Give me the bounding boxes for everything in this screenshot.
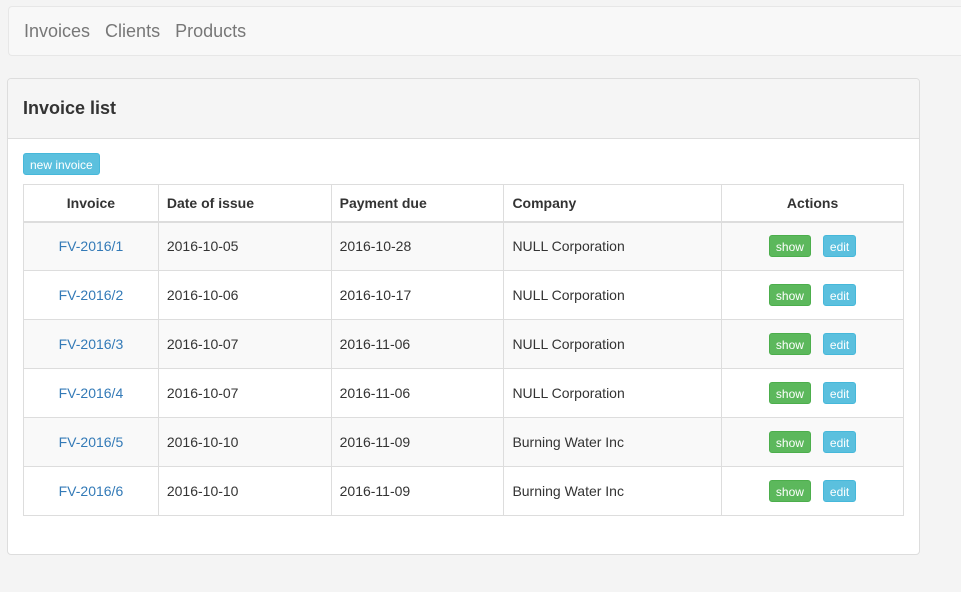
company-cell: Burning Water Inc <box>503 417 723 467</box>
payment-due-cell: 2016-11-09 <box>330 466 505 516</box>
show-button[interactable]: show <box>768 333 811 355</box>
show-button[interactable]: show <box>768 431 811 453</box>
date-of-issue-cell: 2016-10-06 <box>157 270 332 320</box>
table-row: FV-2016/4 2016-10-07 2016-11-06 NULL Cor… <box>23 368 904 418</box>
show-button[interactable]: show <box>768 235 811 258</box>
actions-cell: show edit <box>721 319 904 369</box>
actions-cell: show edit <box>721 368 904 418</box>
date-of-issue-cell: 2016-10-05 <box>157 221 332 271</box>
date-of-issue-cell: 2016-10-07 <box>157 319 332 369</box>
date-of-issue-cell: 2016-10-07 <box>157 368 332 418</box>
actions-cell: show edit <box>721 466 904 516</box>
column-header-date-of-issue: Date of issue <box>157 184 332 223</box>
payment-due-cell: 2016-10-17 <box>330 270 505 320</box>
table-row: FV-2016/2 2016-10-06 2016-10-17 NULL Cor… <box>23 270 904 320</box>
column-header-payment-due: Payment due <box>330 184 505 223</box>
table-header-row: Invoice Date of issue Payment due Compan… <box>23 184 904 223</box>
payment-due-cell: 2016-10-28 <box>330 221 505 271</box>
show-button[interactable]: show <box>768 284 811 306</box>
panel-heading: Invoice list <box>8 79 919 139</box>
edit-button[interactable]: edit <box>822 382 857 404</box>
page-title: Invoice list <box>23 98 117 118</box>
company-cell: NULL Corporation <box>503 270 723 320</box>
nav-link-products[interactable]: Products <box>175 21 246 42</box>
edit-button[interactable]: edit <box>822 431 857 453</box>
column-header-company: Company <box>503 184 723 223</box>
invoice-cell: FV-2016/6 <box>23 466 159 516</box>
payment-due-cell: 2016-11-06 <box>330 319 505 369</box>
company-cell: NULL Corporation <box>503 319 723 369</box>
invoice-table: Invoice Date of issue Payment due Compan… <box>23 184 904 516</box>
invoice-cell: FV-2016/4 <box>23 368 159 418</box>
invoice-cell: FV-2016/1 <box>23 221 159 271</box>
nav-link-clients[interactable]: Clients <box>105 21 160 42</box>
invoice-link[interactable]: FV-2016/3 <box>59 336 124 352</box>
show-button[interactable]: show <box>768 382 811 404</box>
table-row: FV-2016/5 2016-10-10 2016-11-09 Burning … <box>23 417 904 467</box>
invoice-cell: FV-2016/5 <box>23 417 159 467</box>
column-header-invoice: Invoice <box>23 184 159 223</box>
table-row: FV-2016/1 2016-10-05 2016-10-28 NULL Cor… <box>23 221 904 271</box>
table-row: FV-2016/6 2016-10-10 2016-11-09 Burning … <box>23 466 904 516</box>
new-invoice-button[interactable]: new invoice <box>23 153 100 175</box>
edit-button[interactable]: edit <box>822 480 857 502</box>
panel-body: new invoice Invoice Date of issue Paymen… <box>8 139 919 531</box>
edit-button[interactable]: edit <box>822 284 857 306</box>
payment-due-cell: 2016-11-06 <box>330 368 505 418</box>
company-cell: NULL Corporation <box>503 221 723 271</box>
invoice-link[interactable]: FV-2016/6 <box>59 483 124 499</box>
actions-cell: show edit <box>721 417 904 467</box>
company-cell: Burning Water Inc <box>503 466 723 516</box>
invoice-link[interactable]: FV-2016/5 <box>59 434 124 450</box>
company-cell: NULL Corporation <box>503 368 723 418</box>
column-header-actions: Actions <box>721 184 904 223</box>
top-navbar: Invoices Clients Products <box>8 6 961 56</box>
invoice-link[interactable]: FV-2016/4 <box>59 385 124 401</box>
actions-cell: show edit <box>721 221 904 271</box>
nav-link-invoices[interactable]: Invoices <box>24 21 90 42</box>
invoice-cell: FV-2016/3 <box>23 319 159 369</box>
payment-due-cell: 2016-11-09 <box>330 417 505 467</box>
edit-button[interactable]: edit <box>822 333 857 355</box>
date-of-issue-cell: 2016-10-10 <box>157 466 332 516</box>
invoice-list-panel: Invoice list new invoice Invoice Date of… <box>7 78 920 555</box>
invoice-cell: FV-2016/2 <box>23 270 159 320</box>
invoice-link[interactable]: FV-2016/2 <box>59 287 124 303</box>
actions-cell: show edit <box>721 270 904 320</box>
date-of-issue-cell: 2016-10-10 <box>157 417 332 467</box>
edit-button[interactable]: edit <box>822 235 857 258</box>
show-button[interactable]: show <box>768 480 811 502</box>
invoice-link[interactable]: FV-2016/1 <box>59 238 124 254</box>
table-row: FV-2016/3 2016-10-07 2016-11-06 NULL Cor… <box>23 319 904 369</box>
